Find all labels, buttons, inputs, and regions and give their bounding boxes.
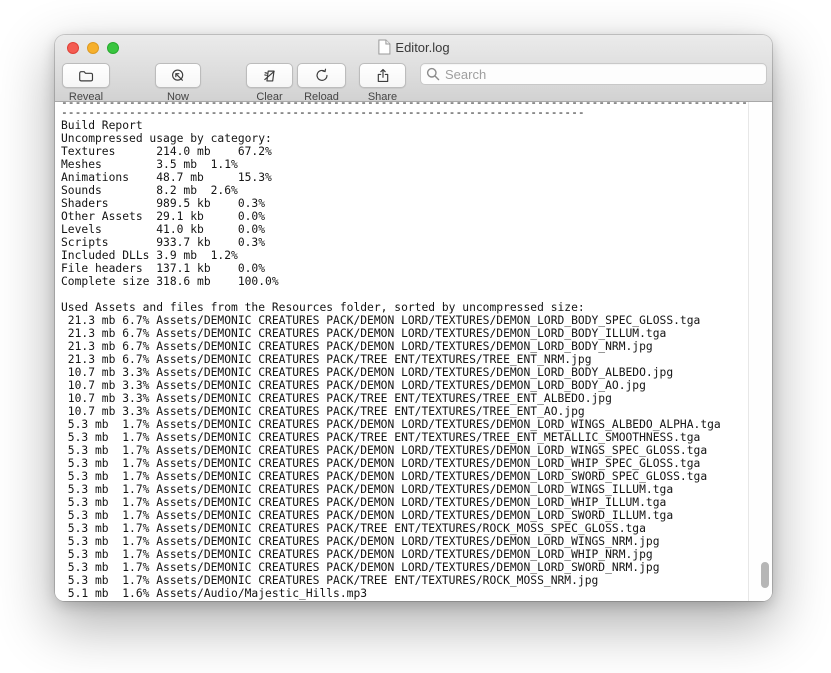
log-lines: ----------------------------------------…: [61, 106, 748, 600]
zoom-button[interactable]: [107, 42, 119, 54]
log-line: Used Assets and files from the Resources…: [61, 301, 748, 314]
reload-icon: [313, 67, 331, 85]
share-icon: [374, 67, 392, 85]
log-pane: ----------------------------------------…: [61, 102, 748, 601]
log-line: Complete size 318.6 mb 100.0%: [61, 275, 748, 288]
toolbar-item-now: Now: [155, 63, 201, 103]
log-line: 10.7 mb 3.3% Assets/DEMONIC CREATURES PA…: [61, 392, 748, 405]
console-window: Editor.log Reveal: [55, 35, 772, 601]
log-line: Animations 48.7 mb 15.3%: [61, 171, 748, 184]
log-line: 5.3 mb 1.7% Assets/DEMONIC CREATURES PAC…: [61, 535, 748, 548]
log-line: Sounds 8.2 mb 2.6%: [61, 184, 748, 197]
minimize-button[interactable]: [87, 42, 99, 54]
toolbar-item-clear: Clear: [246, 63, 293, 103]
search-field-wrap: [420, 63, 767, 85]
log-line: 5.3 mb 1.7% Assets/DEMONIC CREATURES PAC…: [61, 457, 748, 470]
reload-button[interactable]: [297, 63, 346, 88]
search-input[interactable]: [420, 63, 767, 85]
desktop: Editor.log Reveal: [0, 0, 831, 673]
log-line: Textures 214.0 mb 67.2%: [61, 145, 748, 158]
search-icon: [426, 67, 440, 81]
log-line: 5.3 mb 1.7% Assets/DEMONIC CREATURES PAC…: [61, 522, 748, 535]
title-area: Editor.log: [377, 39, 449, 55]
log-view[interactable]: ----------------------------------------…: [55, 102, 772, 601]
log-line: 5.3 mb 1.7% Assets/DEMONIC CREATURES PAC…: [61, 496, 748, 509]
log-line: Meshes 3.5 mb 1.1%: [61, 158, 748, 171]
log-line: 5.3 mb 1.7% Assets/DEMONIC CREATURES PAC…: [61, 483, 748, 496]
now-button[interactable]: [155, 63, 201, 88]
scrollbar-divider: [748, 102, 749, 601]
reveal-button[interactable]: [62, 63, 110, 88]
scrollbar-track[interactable]: [749, 102, 772, 601]
log-line: Shaders 989.5 kb 0.3%: [61, 197, 748, 210]
log-line: Scripts 933.7 kb 0.3%: [61, 236, 748, 249]
log-line: 10.7 mb 3.3% Assets/DEMONIC CREATURES PA…: [61, 379, 748, 392]
close-button[interactable]: [67, 42, 79, 54]
log-line: 5.3 mb 1.7% Assets/DEMONIC CREATURES PAC…: [61, 470, 748, 483]
log-line: 5.3 mb 1.7% Assets/DEMONIC CREATURES PAC…: [61, 561, 748, 574]
log-line: 21.3 mb 6.7% Assets/DEMONIC CREATURES PA…: [61, 340, 748, 353]
scrollbar-thumb[interactable]: [761, 562, 769, 588]
toolbar-item-reload: Reload: [297, 63, 346, 103]
log-line: 5.3 mb 1.7% Assets/DEMONIC CREATURES PAC…: [61, 431, 748, 444]
titlebar[interactable]: Editor.log: [55, 35, 772, 61]
log-line: [61, 288, 748, 301]
log-line: Uncompressed usage by category:: [61, 132, 748, 145]
log-line: Build Report: [61, 119, 748, 132]
log-line: 5.3 mb 1.7% Assets/DEMONIC CREATURES PAC…: [61, 548, 748, 561]
window-title: Editor.log: [395, 40, 449, 55]
jump-to-now-icon: [169, 67, 187, 85]
share-button[interactable]: [359, 63, 406, 88]
log-line: 21.3 mb 6.7% Assets/DEMONIC CREATURES PA…: [61, 353, 748, 366]
folder-icon: [77, 67, 95, 85]
log-line: Other Assets 29.1 kb 0.0%: [61, 210, 748, 223]
log-line: File headers 137.1 kb 0.0%: [61, 262, 748, 275]
log-line: 5.1 mb 1.6% Assets/Audio/Majestic_Hills.…: [61, 587, 748, 600]
log-line: 21.3 mb 6.7% Assets/DEMONIC CREATURES PA…: [61, 327, 748, 340]
log-line: Levels 41.0 kb 0.0%: [61, 223, 748, 236]
log-line: 5.3 mb 1.7% Assets/DEMONIC CREATURES PAC…: [61, 418, 748, 431]
log-line: ----------------------------------------…: [61, 106, 748, 119]
log-line: 10.7 mb 3.3% Assets/DEMONIC CREATURES PA…: [61, 366, 748, 379]
log-line: 21.3 mb 6.7% Assets/DEMONIC CREATURES PA…: [61, 314, 748, 327]
clear-button[interactable]: [246, 63, 293, 88]
toolbar-item-reveal: Reveal: [62, 63, 110, 103]
window-chrome: Editor.log Reveal: [55, 35, 772, 102]
log-line: 10.7 mb 3.3% Assets/DEMONIC CREATURES PA…: [61, 405, 748, 418]
toolbar-item-share: Share: [359, 63, 406, 103]
clear-log-icon: [261, 67, 279, 85]
log-line: 5.3 mb 1.7% Assets/DEMONIC CREATURES PAC…: [61, 574, 748, 587]
log-line: 5.3 mb 1.7% Assets/DEMONIC CREATURES PAC…: [61, 444, 748, 457]
document-icon: [377, 39, 390, 55]
log-line: 5.3 mb 1.7% Assets/DEMONIC CREATURES PAC…: [61, 509, 748, 522]
log-line: Included DLLs 3.9 mb 1.2%: [61, 249, 748, 262]
